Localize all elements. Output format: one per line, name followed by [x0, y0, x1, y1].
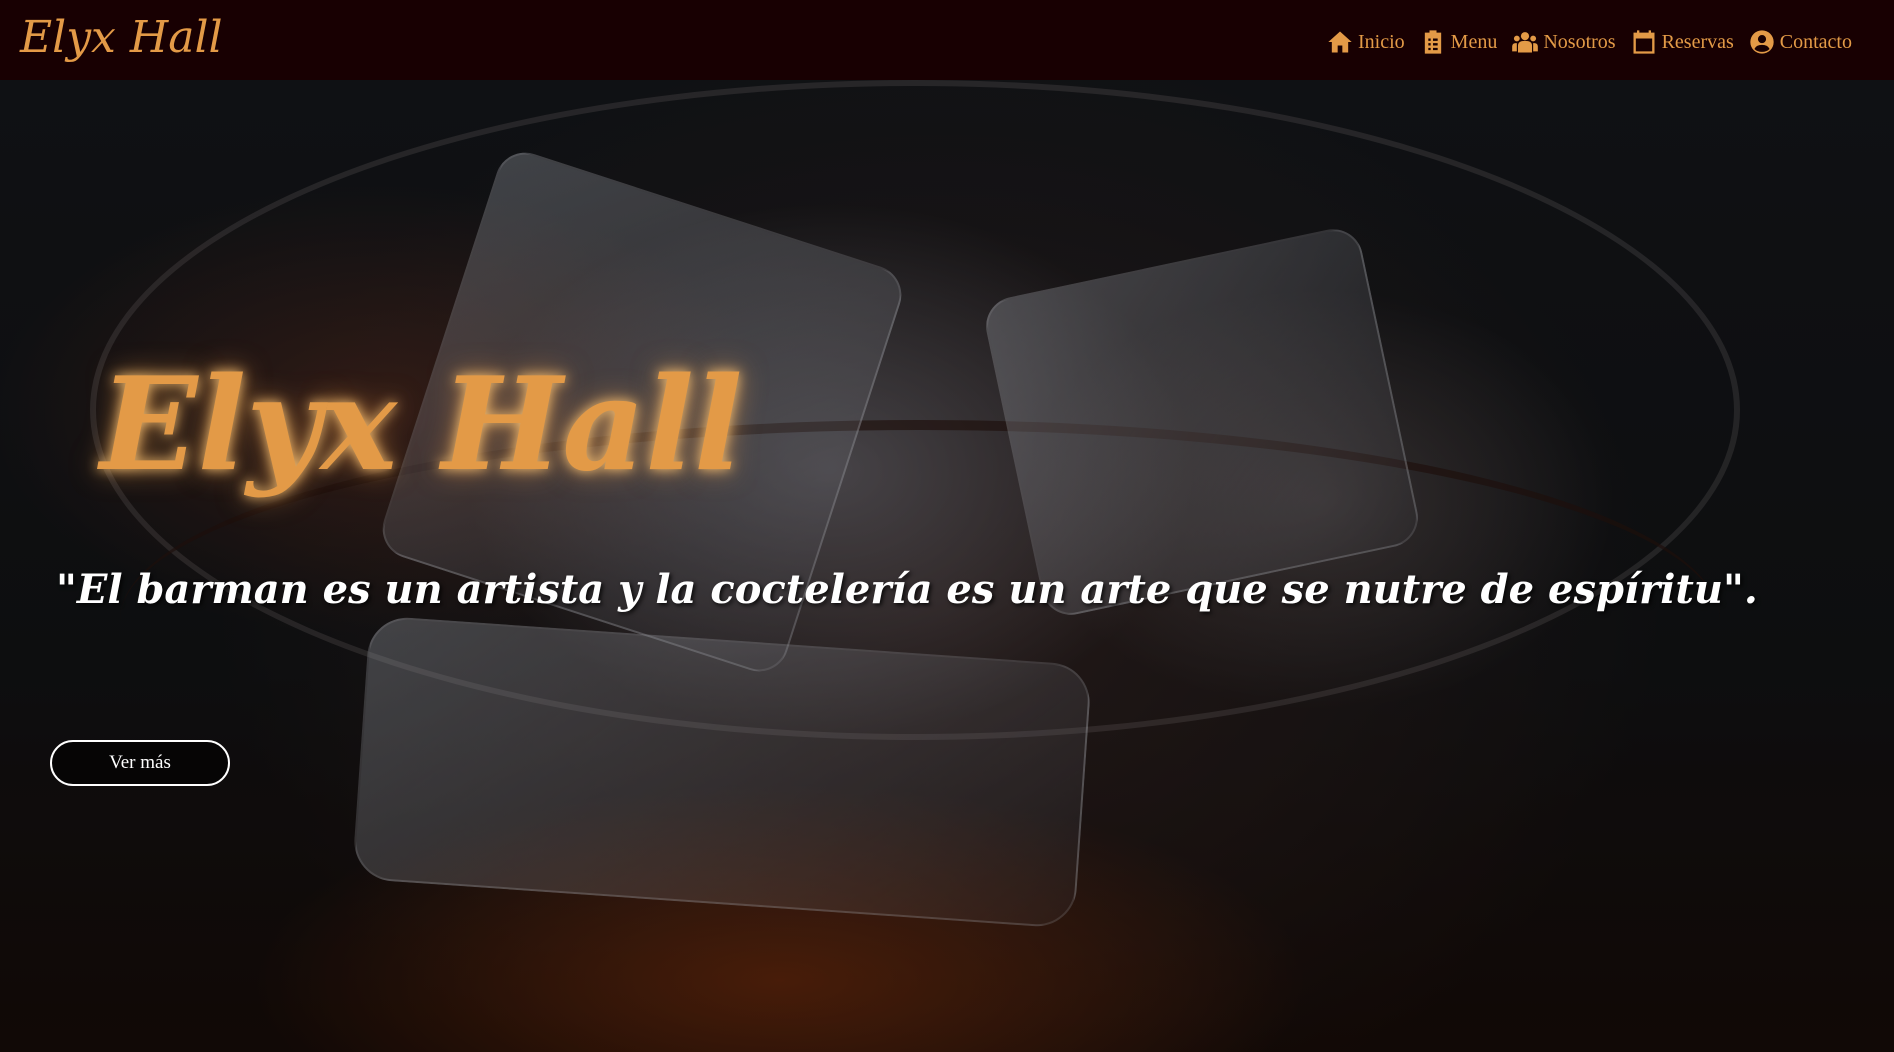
- nav-item-menu[interactable]: Menu: [1419, 24, 1498, 60]
- hero-section: Elyx Hall "El barman es un artista y la …: [0, 80, 1894, 1052]
- users-icon: [1512, 32, 1539, 53]
- nav-item-label: Inicio: [1358, 31, 1405, 53]
- clipboard-list-icon: [1424, 30, 1441, 54]
- nav-item-label: Contacto: [1779, 31, 1852, 53]
- user-circle-icon: [1750, 30, 1774, 54]
- nav-item-nosotros[interactable]: Nosotros: [1511, 24, 1616, 60]
- hero-title: Elyx Hall: [100, 350, 743, 500]
- calendar-check-icon: [1633, 30, 1655, 54]
- brand-logo[interactable]: Elyx Hall: [20, 8, 223, 68]
- nav-item-reservas[interactable]: Reservas: [1630, 24, 1734, 60]
- navbar: Elyx Hall Inicio Menu Nosotros Reservas …: [0, 0, 1894, 80]
- nav-item-label: Reservas: [1661, 31, 1734, 53]
- ver-mas-button[interactable]: Ver más: [50, 740, 230, 786]
- nav-item-label: Nosotros: [1543, 31, 1616, 53]
- nav-item-inicio[interactable]: Inicio: [1326, 24, 1405, 60]
- nav-links: Inicio Menu Nosotros Reservas Contacto: [1326, 24, 1852, 60]
- nav-item-contacto[interactable]: Contacto: [1748, 24, 1852, 60]
- hero-quote: "El barman es un artista y la coctelería…: [56, 566, 1758, 613]
- nav-item-label: Menu: [1450, 31, 1498, 53]
- home-icon: [1328, 31, 1352, 53]
